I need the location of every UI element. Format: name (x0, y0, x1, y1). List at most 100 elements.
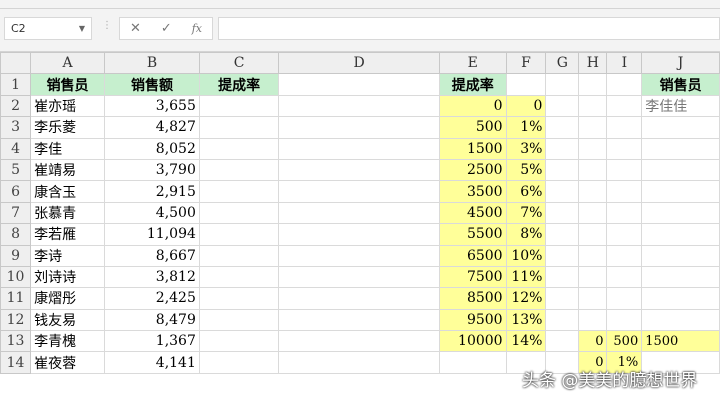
cell-C14[interactable] (198, 351, 280, 374)
chevron-down-icon[interactable]: ▼ (79, 18, 85, 39)
cell-G11[interactable] (545, 287, 580, 310)
cell-E14[interactable] (438, 351, 507, 374)
cell-B4[interactable]: 8,052 (104, 137, 200, 160)
cell-B14[interactable]: 4,141 (104, 351, 200, 374)
row-header[interactable]: 13 (0, 330, 32, 353)
cell-F1[interactable] (505, 73, 547, 96)
cell-D10[interactable] (278, 265, 440, 289)
cell-C5[interactable] (198, 158, 280, 182)
row-header[interactable]: 7 (0, 201, 32, 225)
cell-A12[interactable]: 钱友易 (30, 308, 106, 332)
cell-G7[interactable] (545, 201, 580, 225)
row-header[interactable]: 12 (0, 308, 32, 332)
cell-B13[interactable]: 1,367 (104, 330, 200, 353)
cell-A14[interactable]: 崔夜蓉 (30, 351, 106, 374)
cell-A13[interactable]: 李青槐 (30, 330, 106, 353)
cell-G12[interactable] (545, 308, 580, 332)
row-header[interactable]: 3 (0, 116, 32, 139)
cell-F9[interactable]: 10% (505, 244, 547, 267)
cell-G3[interactable] (545, 116, 580, 139)
cell-D14[interactable] (278, 351, 440, 374)
column-header-J[interactable]: J (641, 51, 720, 75)
column-header-E[interactable]: E (438, 51, 507, 75)
cell-A9[interactable]: 李诗 (30, 244, 106, 267)
cell-I4[interactable] (606, 137, 643, 160)
cell-J3[interactable] (641, 116, 720, 139)
cell-D2[interactable] (278, 94, 440, 118)
cell-C3[interactable] (198, 116, 280, 139)
cell-G1[interactable] (545, 73, 580, 96)
cell-E9[interactable]: 6500 (438, 244, 507, 267)
cell-E7[interactable]: 4500 (438, 201, 507, 225)
cell-E3[interactable]: 500 (438, 116, 507, 139)
column-header-A[interactable]: A (30, 51, 106, 75)
cell-D4[interactable] (278, 137, 440, 160)
row-header[interactable]: 8 (0, 223, 32, 246)
row-header[interactable]: 10 (0, 265, 32, 289)
column-header-H[interactable]: H (578, 51, 608, 75)
cell-C11[interactable] (198, 287, 280, 310)
cell-E2[interactable]: 0 (438, 94, 507, 118)
confirm-icon[interactable]: ✓ (161, 21, 172, 36)
name-box[interactable]: C2 ▼ (4, 17, 92, 40)
cell-A8[interactable]: 李若雁 (30, 223, 106, 246)
cell-I1[interactable] (606, 73, 643, 96)
cell-I11[interactable] (606, 287, 643, 310)
cell-A1[interactable]: 销售员 (30, 73, 106, 96)
row-header[interactable]: 9 (0, 244, 32, 267)
cell-H10[interactable] (578, 265, 608, 289)
cell-F4[interactable]: 3% (505, 137, 547, 160)
cell-D1[interactable] (278, 73, 440, 96)
cell-G8[interactable] (545, 223, 580, 246)
cell-F11[interactable]: 12% (505, 287, 547, 310)
cell-E11[interactable]: 8500 (438, 287, 507, 310)
cell-J9[interactable] (641, 244, 720, 267)
cell-B2[interactable]: 3,655 (104, 94, 200, 118)
cell-C7[interactable] (198, 201, 280, 225)
cell-J12[interactable] (641, 308, 720, 332)
cell-J11[interactable] (641, 287, 720, 310)
cell-I3[interactable] (606, 116, 643, 139)
cell-F12[interactable]: 13% (505, 308, 547, 332)
row-header[interactable]: 5 (0, 158, 32, 182)
cell-H11[interactable] (578, 287, 608, 310)
cell-H3[interactable] (578, 116, 608, 139)
cancel-icon[interactable]: ✕ (130, 21, 141, 36)
cell-G4[interactable] (545, 137, 580, 160)
cell-E8[interactable]: 5500 (438, 223, 507, 246)
cell-J7[interactable] (641, 201, 720, 225)
row-header[interactable]: 14 (0, 351, 32, 374)
drag-handle-icon[interactable]: ⋮ (102, 20, 112, 31)
cell-J4[interactable] (641, 137, 720, 160)
cell-J5[interactable] (641, 158, 720, 182)
cell-E6[interactable]: 3500 (438, 180, 507, 203)
cell-A2[interactable]: 崔亦瑶 (30, 94, 106, 118)
column-header-I[interactable]: I (606, 51, 643, 75)
row-header[interactable]: 2 (0, 94, 32, 118)
cell-G2[interactable] (545, 94, 580, 118)
cell-D6[interactable] (278, 180, 440, 203)
cell-G10[interactable] (545, 265, 580, 289)
spreadsheet-grid[interactable]: ABCDEFGHIJ 1 销售员 销售额 提成率 提成率 销售员 2 崔亦瑶 3,655 0 0 李佳… (0, 51, 720, 374)
cell-B3[interactable]: 4,827 (104, 116, 200, 139)
cell-J6[interactable] (641, 180, 720, 203)
cell-D11[interactable] (278, 287, 440, 310)
cell-B8[interactable]: 11,094 (104, 223, 200, 246)
cell-G13[interactable] (545, 330, 580, 353)
cell-B12[interactable]: 8,479 (104, 308, 200, 332)
cell-J8[interactable] (641, 223, 720, 246)
cell-A4[interactable]: 李佳 (30, 137, 106, 160)
cell-F2[interactable]: 0 (505, 94, 547, 118)
cell-I7[interactable] (606, 201, 643, 225)
column-header-D[interactable]: D (278, 51, 440, 75)
cell-H5[interactable] (578, 158, 608, 182)
cell-A5[interactable]: 崔靖易 (30, 158, 106, 182)
cell-C12[interactable] (198, 308, 280, 332)
cell-A7[interactable]: 张慕青 (30, 201, 106, 225)
cell-J10[interactable] (641, 265, 720, 289)
cell-I9[interactable] (606, 244, 643, 267)
cell-A6[interactable]: 康含玉 (30, 180, 106, 203)
cell-A11[interactable]: 康熠彤 (30, 287, 106, 310)
cell-H1[interactable] (578, 73, 608, 96)
cell-G5[interactable] (545, 158, 580, 182)
